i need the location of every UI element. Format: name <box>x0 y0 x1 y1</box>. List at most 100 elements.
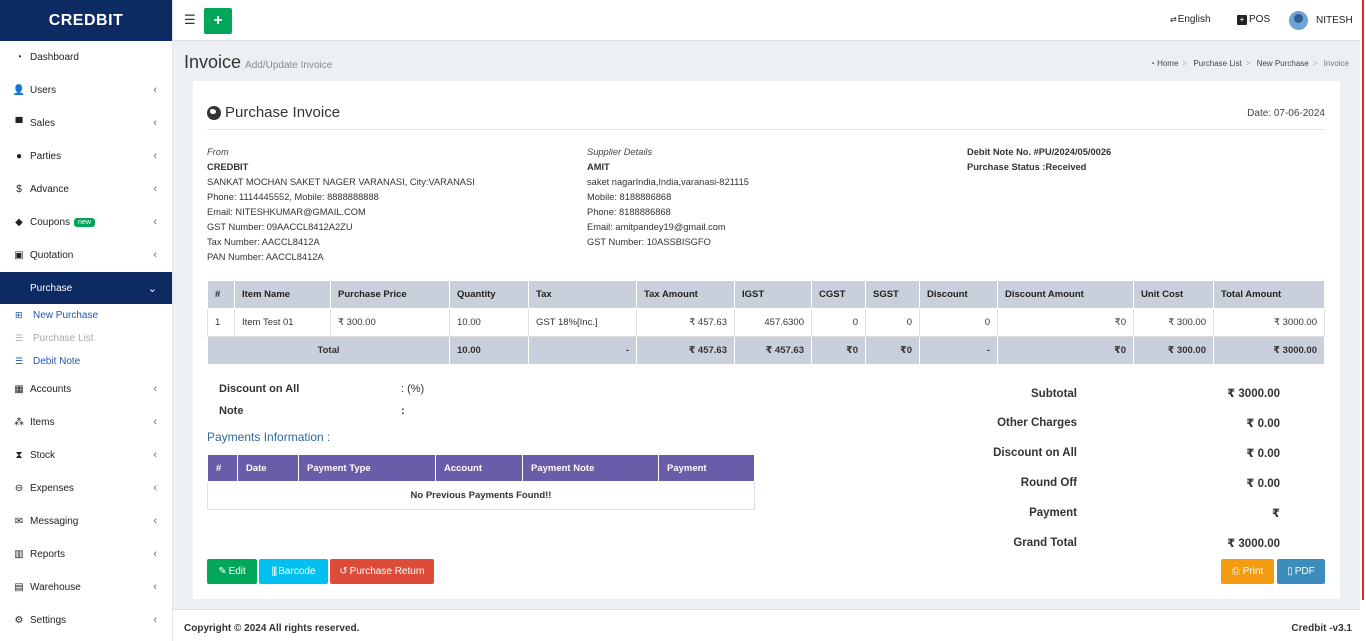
sidebar-item-stock[interactable]: ⧗ Stock ‹ <box>0 439 172 472</box>
list-icon: ☰ <box>15 356 24 366</box>
list-icon: ☰ <box>15 333 24 343</box>
breadcrumb: ◔ Home > Purchase List > New Purchase > Inv… <box>1150 59 1349 68</box>
chevron-left-icon: ‹ <box>153 449 157 461</box>
dashboard-icon: ◔ <box>1150 59 1155 68</box>
sidebar-item-settings[interactable]: ⚙ Settings ‹ <box>0 604 172 637</box>
sidebar-item-coupons[interactable]: ◆ Coupons new ‹ <box>0 206 172 239</box>
edit-button[interactable]: ✎ Edit <box>207 559 257 584</box>
building-icon: ▤ <box>14 582 24 593</box>
new-badge: new <box>74 218 95 227</box>
from-address: From CREDBIT SANKAT MOCHAN SAKET NAGER V… <box>207 147 475 262</box>
brand-logo[interactable]: CREDBIT <box>0 0 172 41</box>
round-off-value: ₹ 0.00 <box>1246 478 1280 490</box>
divider <box>207 129 1325 130</box>
sidebar-item-sales[interactable]: ▀ Sales ‹ <box>0 107 172 140</box>
user-menu[interactable]: NITESH <box>1289 11 1353 30</box>
footer: Copyright © 2024 All rights reserved. Cr… <box>173 609 1360 641</box>
sidebar-item-users[interactable]: 👤 Users ‹ <box>0 74 172 107</box>
hourglass-icon: ⧗ <box>15 450 23 461</box>
discount-on-all-value: ₹ 0.00 <box>1246 448 1280 460</box>
pdf-icon: ▯ <box>1287 566 1293 577</box>
payment-label: Payment <box>1029 507 1077 519</box>
chevron-left-icon: ‹ <box>153 548 157 560</box>
sidebar-item-accounts[interactable]: ▦ Accounts ‹ <box>0 373 172 406</box>
subtotal-label: Subtotal <box>1031 388 1077 400</box>
discount-all-value: : (%) <box>401 383 425 395</box>
sidebar-item-label: Advance <box>30 184 69 195</box>
scrollbar[interactable] <box>1360 0 1366 641</box>
sidebar-item-reports[interactable]: ▥ Reports ‹ <box>0 538 172 571</box>
sidebar-item-dashboard[interactable]: ◔ Dashboard <box>0 41 172 74</box>
sidebar-subitem-debit-note[interactable]: ☰ Debit Note <box>0 350 172 373</box>
grand-total-value: ₹ 3000.00 <box>1227 538 1280 550</box>
table-row: 1 Item Test 01 ₹ 300.00 10.00 GST 18%[In… <box>207 308 1325 337</box>
chevron-down-icon: ⌄ <box>147 283 157 295</box>
discount-on-all-label: Discount on All <box>993 447 1077 459</box>
sidebar-subitem-purchase-list[interactable]: ☰ Purchase List <box>0 327 172 350</box>
breadcrumb-current: Invoice <box>1323 59 1349 68</box>
language-icon: ⇄ <box>1170 15 1177 24</box>
supplier-address: Supplier Details AMIT saket nagarIndia,I… <box>587 147 749 247</box>
chevron-left-icon: ‹ <box>153 117 157 129</box>
tag-icon: ◆ <box>15 217 23 228</box>
chevron-left-icon: ‹ <box>153 183 157 195</box>
topbar: ☰ + ⇄ English + POS NITESH <box>173 0 1360 41</box>
plus-square-icon: ⊞ <box>15 310 23 320</box>
chevron-left-icon: ‹ <box>153 614 157 626</box>
sidebar-item-quotation[interactable]: ▣ Quotation ‹ <box>0 239 172 272</box>
payments-table: # Date Payment Type Account Payment Note… <box>207 454 755 510</box>
payments-title: Payments Information : <box>207 430 331 444</box>
sidebar-item-purchase[interactable]: Purchase ⌄ <box>0 272 172 304</box>
user-plus-icon: 👤 <box>12 85 26 96</box>
breadcrumb-purchase-list[interactable]: Purchase List <box>1193 59 1241 68</box>
table-header-row: # Item Name Purchase Price Quantity Tax … <box>207 280 1325 309</box>
add-new-button[interactable]: + <box>204 8 232 34</box>
invoice-box: Purchase Invoice Date: 07-06-2024 From C… <box>193 81 1340 599</box>
payments-empty-row: No Previous Payments Found!! <box>207 481 755 510</box>
sidebar-item-label: Messaging <box>30 516 79 527</box>
sidebar-item-advance[interactable]: $ Advance ‹ <box>0 173 172 206</box>
sidebar-item-messaging[interactable]: ✉ Messaging ‹ <box>0 505 172 538</box>
sidebar-item-label: Parties <box>30 151 62 162</box>
breadcrumb-home[interactable]: Home <box>1157 59 1178 68</box>
calendar-plus-icon: ▣ <box>14 250 24 261</box>
grid-icon: ▦ <box>14 384 24 395</box>
sidebar-item-warehouse[interactable]: ▤ Warehouse ‹ <box>0 571 172 604</box>
hamburger-menu-icon[interactable]: ☰ <box>184 12 196 28</box>
sidebar-item-items[interactable]: ⁂ Items ‹ <box>0 406 172 439</box>
table-total-row: Total 10.00 - ₹ 457.63 ₹ 457.63 ₹0 ₹0 - … <box>207 336 1325 365</box>
sidebar-item-label: Dashboard <box>30 52 79 63</box>
sidebar-item-expenses[interactable]: ⊖ Expenses ‹ <box>0 472 172 505</box>
pos-link[interactable]: + POS <box>1237 14 1270 25</box>
debit-note-info: Debit Note No. #PU/2024/05/0026 Purchase… <box>967 147 1112 172</box>
print-button[interactable]: ⎙ Print <box>1221 559 1274 584</box>
chevron-left-icon: ‹ <box>153 216 157 228</box>
avatar <box>1289 11 1308 30</box>
plus-icon: + <box>213 12 223 29</box>
sidebar-item-parties[interactable]: ● Parties ‹ <box>0 140 172 173</box>
purchase-return-button[interactable]: ↺ Purchase Return <box>330 559 434 584</box>
sidebar-item-label: Settings <box>30 615 67 626</box>
breadcrumb-new-purchase[interactable]: New Purchase <box>1257 59 1309 68</box>
edit-icon: ✎ <box>218 566 227 577</box>
minus-circle-icon: ⊖ <box>14 483 24 494</box>
envelope-icon: ✉ <box>14 516 24 527</box>
sidebar: CREDBIT ◔ Dashboard 👤 Users ‹ ▀ Sales ‹ ● Part… <box>0 0 173 641</box>
sidebar-item-label: Items <box>30 417 55 428</box>
language-selector[interactable]: ⇄ English <box>1170 14 1211 25</box>
copyright-text: Copyright © 2024 All rights reserved. <box>184 623 360 634</box>
sidebar-item-label: Stock <box>30 450 56 461</box>
globe-icon <box>207 105 221 120</box>
barcode-icon: ||| <box>271 566 277 577</box>
payment-value: ₹ <box>1271 508 1280 520</box>
barcode-button[interactable]: ||| Barcode <box>259 559 328 584</box>
chevron-left-icon: ‹ <box>153 84 157 96</box>
note-value: : <box>401 405 405 417</box>
sidebar-item-label: Accounts <box>30 384 72 395</box>
chevron-left-icon: ‹ <box>153 383 157 395</box>
invoice-date: Date: 07-06-2024 <box>1247 108 1325 119</box>
sidebar-item-label: Warehouse <box>30 582 81 593</box>
pdf-button[interactable]: ▯ PDF <box>1277 559 1325 584</box>
cart-icon: ▀ <box>15 118 23 129</box>
sidebar-subitem-new-purchase[interactable]: ⊞ New Purchase <box>0 304 172 327</box>
